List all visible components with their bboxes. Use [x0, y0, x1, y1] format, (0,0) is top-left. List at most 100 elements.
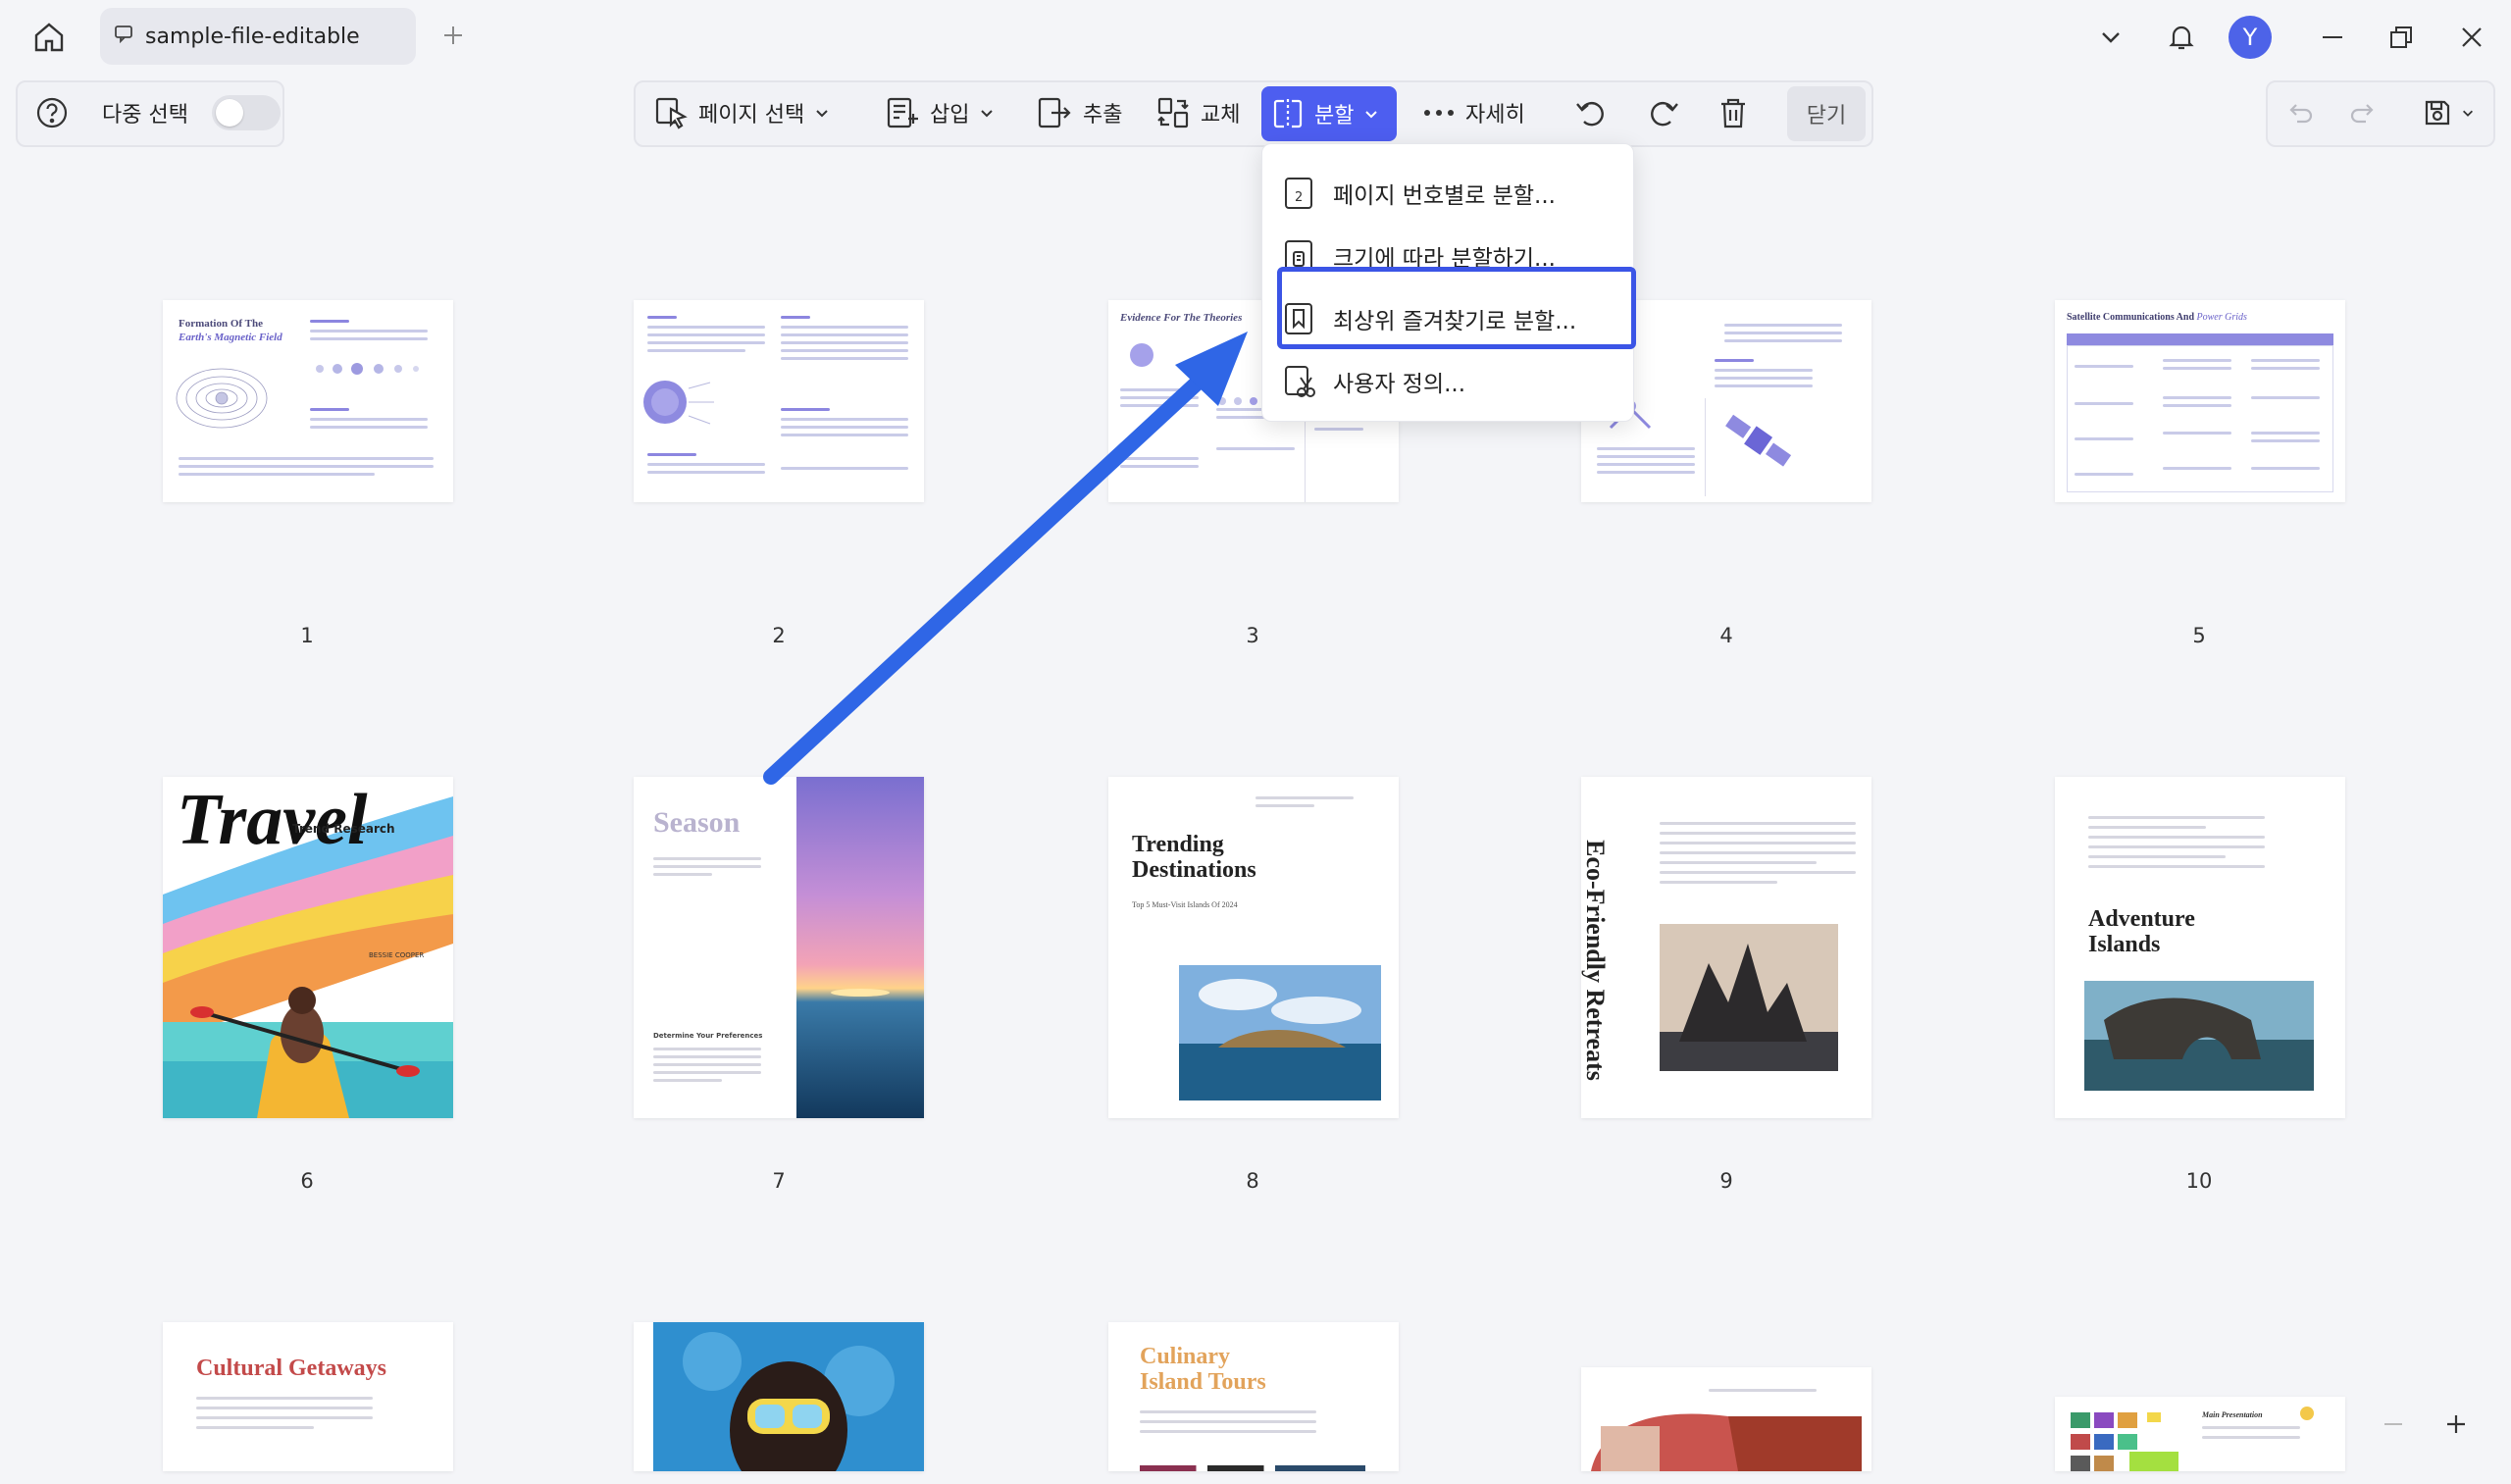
- comment-icon: [114, 24, 133, 49]
- magnetic-field-illustration: [176, 368, 268, 429]
- page-5-title2: Power Grids: [2196, 312, 2247, 323]
- annotation-arrow: [763, 332, 1248, 785]
- page-9-title: Eco-Friendly Retreats: [1581, 840, 1610, 1081]
- avatar[interactable]: Y: [2227, 14, 2274, 61]
- split-label: 분할: [1314, 104, 1355, 128]
- save-icon: [2425, 100, 2450, 126]
- chevron-down-icon[interactable]: [2087, 14, 2134, 61]
- restore-icon[interactable]: [2378, 14, 2425, 61]
- chevron-down-icon: [2463, 110, 2473, 117]
- multi-select-toggle[interactable]: [202, 82, 290, 143]
- multi-select-label: 다중 선택: [102, 103, 188, 128]
- page-1-title2: Earth's Magnetic Field: [179, 332, 282, 343]
- page-number-3: 3: [1246, 624, 1259, 647]
- split-button[interactable]: 분할: [1261, 86, 1397, 141]
- more-label: 자세히: [1465, 103, 1525, 128]
- page-thumbnail-10[interactable]: Adventure Islands: [2055, 777, 2345, 1118]
- page-8-title: Trending: [1132, 832, 1224, 857]
- page-number-5: 5: [2192, 624, 2206, 647]
- chevron-down-icon: [981, 110, 994, 118]
- page-6-title: Travel: [177, 780, 368, 860]
- help-icon[interactable]: [27, 82, 77, 143]
- page-thumbnail-14[interactable]: [1581, 1367, 1871, 1471]
- document-tab-label: sample-file-editable: [145, 24, 360, 49]
- replace-icon: [1157, 97, 1189, 128]
- cursor-select-icon: [655, 97, 688, 129]
- page-number-4: 4: [1719, 624, 1733, 647]
- sun-icon-illustration: [1130, 343, 1153, 367]
- zoom-in-icon[interactable]: [2436, 1405, 2476, 1444]
- page-7-heading: Determine Your Preferences: [653, 1032, 763, 1040]
- page-13-title: Culinary: [1140, 1344, 1231, 1369]
- page-thumbnail-1[interactable]: Formation Of The Earth's Magnetic Field: [163, 300, 453, 502]
- page-thumbnail-12[interactable]: [634, 1322, 924, 1471]
- page-5-title: Satellite Communications And: [2067, 312, 2195, 323]
- save-button[interactable]: [2409, 82, 2487, 143]
- page-11-title: Cultural Getaways: [196, 1356, 386, 1381]
- page-1-title: Formation Of The: [179, 318, 263, 330]
- replace-button[interactable]: 교체: [1146, 82, 1250, 143]
- page-thumbnail-13[interactable]: Culinary Island Tours: [1108, 1322, 1399, 1471]
- page-number-8: 8: [1246, 1169, 1259, 1193]
- more-button[interactable]: 자세히: [1412, 82, 1535, 143]
- document-tab[interactable]: sample-file-editable: [100, 8, 416, 65]
- minimize-icon[interactable]: [2309, 14, 2356, 61]
- scissors-icon: [1285, 366, 1315, 397]
- page-13-title2: Island Tours: [1140, 1369, 1266, 1395]
- title-bar: sample-file-editable Y: [0, 0, 2511, 73]
- zoom-out-icon[interactable]: [2374, 1405, 2413, 1444]
- sunset-sea-image: [796, 777, 924, 1118]
- insert-button[interactable]: 삽입: [875, 82, 1004, 143]
- highlight-box: [1277, 267, 1636, 349]
- rotate-left-icon[interactable]: [1567, 82, 1616, 143]
- page-7-title: Season: [653, 806, 741, 839]
- insert-icon: [887, 97, 918, 128]
- home-icon[interactable]: [29, 18, 69, 57]
- page-10-title: Adventure: [2088, 906, 2195, 932]
- page-number-1: 1: [300, 624, 314, 647]
- close-window-icon[interactable]: [2448, 14, 2495, 61]
- page-number-doc-icon: 2: [1285, 178, 1312, 209]
- page-number-9: 9: [1719, 1169, 1733, 1193]
- new-tab-plus-icon[interactable]: [437, 20, 469, 51]
- page-thumbnail-15[interactable]: Main Presentation: [2055, 1397, 2345, 1471]
- sea-stack-photo: [1660, 924, 1838, 1071]
- page-8-title2: Destinations: [1132, 857, 1256, 883]
- sun-diagram-illustration: [643, 381, 714, 425]
- split-by-page-number-label: 페이지 번호별로 분할...: [1333, 183, 1556, 209]
- island-photo: [1179, 965, 1381, 1100]
- redo-icon[interactable]: [2338, 82, 2387, 143]
- page-10-title2: Islands: [2088, 932, 2161, 957]
- page-thumbnail-8[interactable]: Trending Destinations Top 5 Must-Visit I…: [1108, 777, 1399, 1118]
- extract-button[interactable]: 추출: [1026, 82, 1132, 143]
- satellite-illustration: [1725, 414, 1792, 467]
- page-15-title: Main Presentation: [2202, 1410, 2263, 1419]
- more-dots-icon: [1424, 110, 1454, 116]
- svg-text:2: 2: [1295, 190, 1303, 205]
- split-custom-label: 사용자 정의...: [1333, 372, 1466, 397]
- trash-icon[interactable]: [1709, 82, 1758, 143]
- page-thumbnail-6[interactable]: Travel Trend Research BESSIE COOPER: [163, 777, 453, 1118]
- page-number-10: 10: [2185, 1169, 2213, 1193]
- page-number-7: 7: [772, 1169, 786, 1193]
- split-by-page-number-item[interactable]: 2 페이지 번호별로 분할...: [1282, 166, 1615, 221]
- page-thumbnail-9[interactable]: Eco-Friendly Retreats: [1581, 777, 1871, 1118]
- chevron-down-icon: [816, 110, 828, 118]
- undo-icon[interactable]: [2276, 82, 2325, 143]
- avatar-letter: Y: [2229, 16, 2272, 59]
- page-thumbnail-11[interactable]: Cultural Getaways: [163, 1322, 453, 1471]
- page-3-title: Evidence For The Theories: [1120, 312, 1243, 324]
- extract-icon: [1038, 97, 1071, 128]
- replace-label: 교체: [1201, 103, 1241, 128]
- page-6-author: BESSIE COOPER: [369, 951, 425, 959]
- bell-icon[interactable]: [2158, 14, 2205, 61]
- page-thumbnail-5[interactable]: Satellite Communications And Power Grids: [2055, 300, 2345, 502]
- rotate-right-icon[interactable]: [1638, 82, 1687, 143]
- page-thumbnail-2[interactable]: [634, 300, 924, 502]
- chevron-down-icon: [1365, 111, 1378, 119]
- split-custom-item[interactable]: 사용자 정의...: [1282, 354, 1615, 409]
- page-select-button[interactable]: 페이지 선택: [643, 82, 840, 143]
- page-thumbnail-7[interactable]: Season Determine Your Preferences: [634, 777, 924, 1118]
- landscape-photo: [1591, 1407, 1862, 1471]
- close-button[interactable]: 닫기: [1787, 86, 1866, 141]
